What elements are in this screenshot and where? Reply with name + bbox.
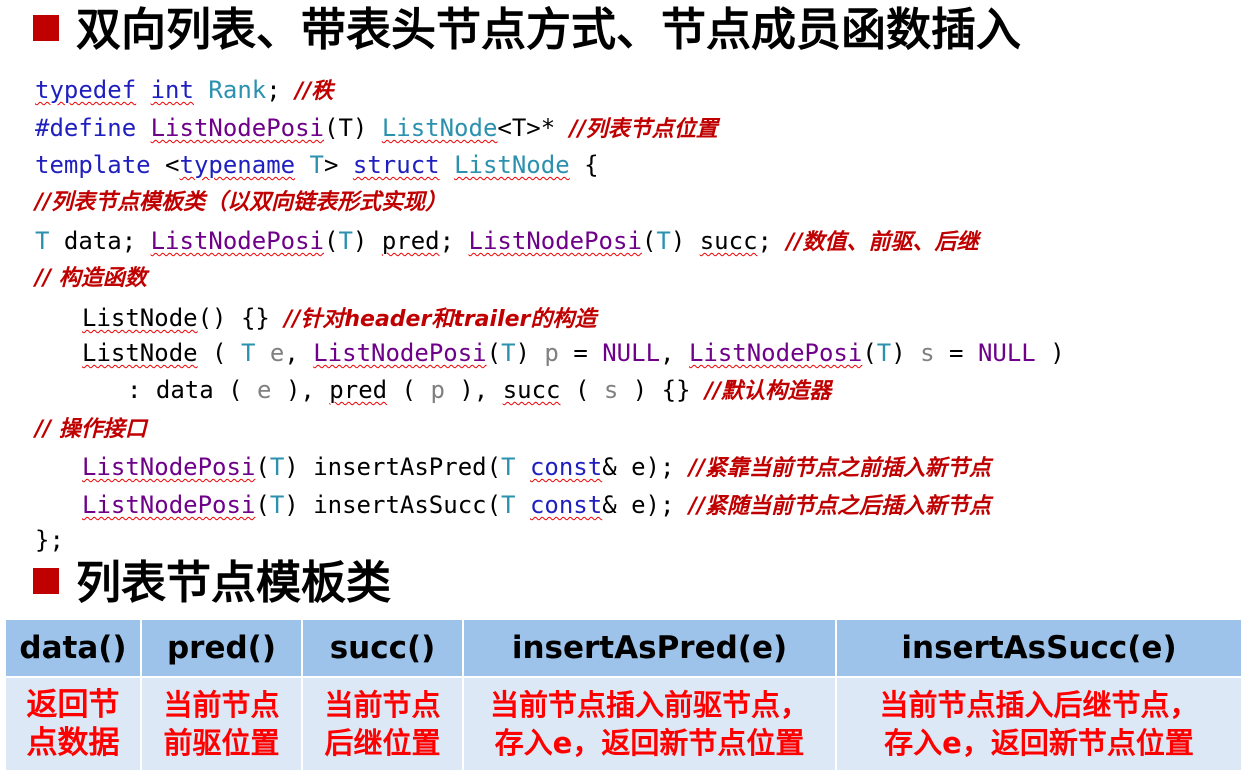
table-header-cell: succ()	[301, 618, 464, 678]
code-line-10: // 操作接口	[35, 417, 147, 442]
section-title: 列表节点模板类	[76, 556, 392, 609]
code-line-4: //列表节点模板类（以双向链表形式实现）	[35, 190, 448, 215]
code-line-6: // 构造函数	[35, 266, 147, 291]
code-line-12: ListNodePosi(T) insertAsSucc(T const& e)…	[82, 491, 991, 519]
table-cell: 当前节点插入前驱节点， 存入e，返回新节点位置	[462, 676, 837, 772]
bullet-square-icon	[33, 568, 59, 594]
table-cell: 当前节点 前驱位置	[140, 676, 303, 772]
table-header-cell: insertAsPred(e)	[462, 618, 837, 678]
code-line-7: ListNode() {} //针对header和trailer的构造	[82, 304, 597, 332]
code-line-5: T data; ListNodePosi(T) pred; ListNodePo…	[35, 227, 979, 255]
method-table: data() pred() succ() insertAsPred(e) ins…	[4, 618, 1243, 772]
code-line-13: };	[35, 526, 64, 554]
table-row: 返回节 点数据 当前节点 前驱位置 当前节点 后继位置 当前节点插入前驱节点， 存入e，…	[4, 676, 1243, 772]
code-line-2: #define ListNodePosi(T) ListNode<T>* //列…	[35, 114, 718, 142]
table-header-cell: data()	[4, 618, 142, 678]
table-header-row: data() pred() succ() insertAsPred(e) ins…	[4, 618, 1243, 678]
page-title: 双向列表、带表头节点方式、节点成员函数插入	[76, 3, 1022, 56]
code-line-8: ListNode ( T e, ListNodePosi(T) p = NULL…	[82, 339, 1065, 367]
table-header-cell: insertAsSucc(e)	[835, 618, 1243, 678]
table-cell: 返回节 点数据	[4, 676, 142, 772]
table-header-cell: pred()	[140, 618, 303, 678]
code-line-3: template <typename T> struct ListNode {	[35, 151, 599, 179]
table-cell: 当前节点 后继位置	[301, 676, 464, 772]
bullet-square-icon	[33, 15, 59, 41]
code-line-9: : data ( e ), pred ( p ), succ ( s ) {} …	[127, 376, 832, 404]
code-line-11: ListNodePosi(T) insertAsPred(T const& e)…	[82, 453, 991, 481]
table-cell: 当前节点插入后继节点， 存入e，返回新节点位置	[835, 676, 1243, 772]
code-line-1: typedef int Rank; //秩	[35, 76, 334, 104]
